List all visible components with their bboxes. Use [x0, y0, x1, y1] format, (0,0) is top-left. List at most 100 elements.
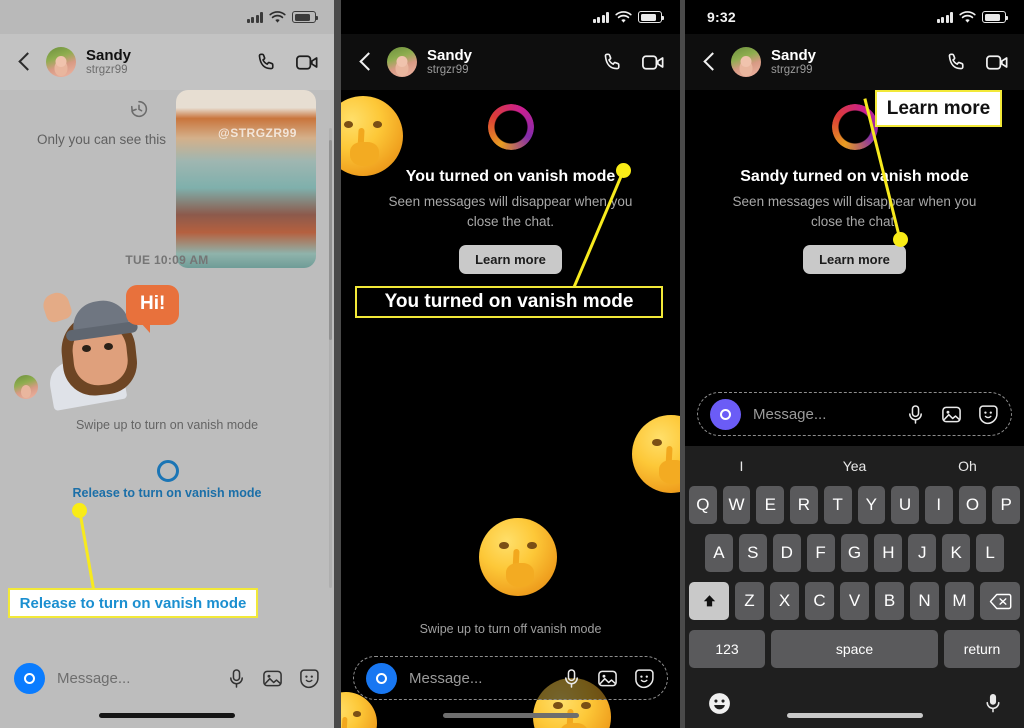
key-g[interactable]: G — [840, 534, 869, 572]
avatar[interactable] — [46, 47, 76, 77]
avatar[interactable] — [731, 47, 761, 77]
prediction-2[interactable]: Oh — [911, 458, 1024, 474]
home-indicator — [786, 713, 923, 718]
microphone-icon[interactable] — [227, 668, 246, 689]
back-chevron-icon[interactable] — [355, 51, 377, 73]
message-input[interactable]: Message... — [753, 406, 894, 423]
contact-info[interactable]: Sandy strgzr99 — [427, 47, 592, 77]
key-q[interactable]: Q — [688, 486, 717, 524]
keyboard-row-3: Z X C V B N M — [685, 582, 1024, 620]
swipe-hint-label: Swipe up to turn on vanish mode — [75, 418, 259, 432]
key-s[interactable]: S — [738, 534, 767, 572]
composer-icons — [906, 404, 999, 425]
phone-call-icon[interactable] — [256, 51, 279, 74]
contact-info[interactable]: Sandy strgzr99 — [86, 47, 246, 77]
key-m[interactable]: M — [945, 582, 974, 620]
key-r[interactable]: R — [790, 486, 818, 524]
numbers-key[interactable]: 123 — [689, 630, 765, 668]
back-chevron-icon[interactable] — [699, 51, 721, 73]
learn-more-button[interactable]: Learn more — [803, 245, 906, 275]
key-b[interactable]: B — [875, 582, 904, 620]
camera-icon[interactable] — [710, 398, 741, 430]
microphone-icon[interactable] — [562, 668, 581, 689]
sticker-icon[interactable] — [634, 668, 655, 689]
sticker-text: Hi! — [126, 285, 180, 333]
key-d[interactable]: D — [772, 534, 801, 572]
contact-handle: strgzr99 — [86, 64, 128, 77]
vanish-subtitle: Seen messages will disappear when you cl… — [732, 194, 977, 229]
battery-icon — [292, 11, 318, 23]
message-composer: Message... — [353, 656, 668, 700]
video-call-icon[interactable] — [295, 51, 320, 74]
return-key[interactable]: return — [944, 630, 1020, 668]
key-x[interactable]: X — [770, 582, 799, 620]
phone-call-icon[interactable] — [602, 51, 625, 74]
story-watermark: @STRGZR99 — [218, 126, 297, 140]
scrollbar-thumb[interactable] — [329, 140, 332, 340]
story-photo[interactable]: @STRGZR99 — [176, 90, 316, 268]
battery-icon — [638, 11, 664, 23]
sticker-icon[interactable] — [978, 404, 999, 425]
key-w[interactable]: W — [722, 486, 751, 524]
prediction-1[interactable]: Yea — [798, 458, 911, 474]
key-j[interactable]: J — [908, 534, 937, 572]
key-i[interactable]: I — [924, 486, 953, 524]
annotation-learn-more-callout: Learn more — [875, 90, 1002, 127]
learn-more-button[interactable]: Learn more — [459, 245, 562, 275]
key-t[interactable]: T — [823, 486, 852, 524]
chat-header: Sandy strgzr99 — [341, 34, 680, 90]
vanish-subtitle: Seen messages will disappear when you cl… — [388, 194, 633, 229]
back-chevron-icon[interactable] — [14, 51, 36, 73]
gallery-icon[interactable] — [262, 668, 283, 689]
key-k[interactable]: K — [942, 534, 971, 572]
chat-body: @STRGZR99 Only you can see this TUE 10:0… — [0, 90, 334, 728]
key-c[interactable]: C — [805, 582, 834, 620]
history-clock-icon — [130, 100, 148, 118]
key-f[interactable]: F — [806, 534, 835, 572]
key-n[interactable]: N — [910, 582, 939, 620]
composer-icons — [562, 668, 655, 689]
camera-icon[interactable] — [366, 662, 397, 694]
dictation-microphone-icon[interactable] — [984, 691, 1002, 715]
vanish-mode-hero: You turned on vanish mode Seen messages … — [341, 104, 680, 275]
keyboard-row-1: Q W E R T Y U I O P — [685, 486, 1024, 524]
message-input[interactable]: Message... — [57, 670, 215, 687]
avatar[interactable] — [387, 47, 417, 77]
key-z[interactable]: Z — [735, 582, 764, 620]
video-call-icon[interactable] — [985, 51, 1010, 74]
key-p[interactable]: P — [992, 486, 1021, 524]
wifi-icon — [269, 10, 286, 23]
sticker-icon[interactable] — [299, 668, 320, 689]
vanish-ring-icon — [157, 460, 179, 482]
key-v[interactable]: V — [840, 582, 869, 620]
prediction-0[interactable]: I — [685, 458, 798, 474]
key-e[interactable]: E — [756, 486, 785, 524]
keyboard-bottom-bar — [685, 678, 1024, 728]
panel-left: Sandy strgzr99 @STRGZR99 Only you can se… — [0, 0, 334, 728]
gallery-icon[interactable] — [941, 404, 962, 425]
home-indicator — [442, 713, 579, 718]
video-call-icon[interactable] — [641, 51, 666, 74]
microphone-icon[interactable] — [906, 404, 925, 425]
camera-icon[interactable] — [14, 662, 45, 694]
phone-call-icon[interactable] — [946, 51, 969, 74]
shush-emoji-icon — [479, 518, 557, 596]
avatar-sticker-message: Hi! — [12, 285, 272, 412]
message-input[interactable]: Message... — [409, 670, 550, 687]
key-u[interactable]: U — [891, 486, 919, 524]
cellular-icon — [246, 11, 263, 23]
key-l[interactable]: L — [976, 534, 1005, 572]
key-h[interactable]: H — [874, 534, 903, 572]
key-a[interactable]: A — [705, 534, 733, 572]
panel-right: 9:32 Sandy strgzr99 Sandy turned on vani… — [685, 0, 1024, 728]
header-actions — [602, 51, 666, 74]
contact-handle: strgzr99 — [427, 64, 469, 77]
emoji-icon[interactable] — [707, 691, 732, 716]
key-y[interactable]: Y — [857, 486, 886, 524]
backspace-icon[interactable] — [980, 582, 1020, 620]
gallery-icon[interactable] — [597, 668, 618, 689]
key-o[interactable]: O — [958, 486, 987, 524]
contact-info[interactable]: Sandy strgzr99 — [771, 47, 936, 77]
shift-icon[interactable] — [689, 582, 729, 620]
space-key[interactable]: space — [771, 630, 938, 668]
